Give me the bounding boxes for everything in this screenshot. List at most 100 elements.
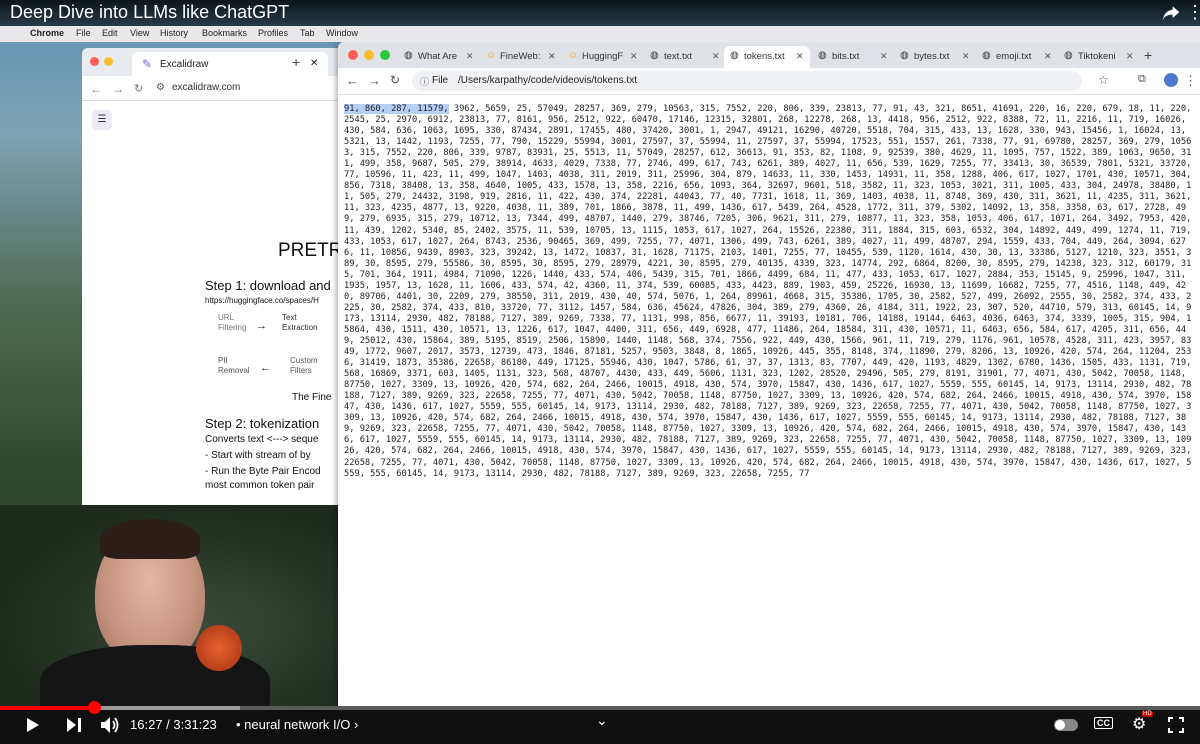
browser-tab-strip: ◍ What Are ✕ ☺ FineWeb: ✕ ☺ HuggingF ✕ ◍… (338, 42, 1200, 68)
canvas-the-fine: The Fine (292, 392, 332, 403)
huggingface-icon: ☺ (568, 50, 579, 61)
tab-tokens-txt[interactable]: ◍ tokens.txt ✕ (724, 46, 810, 68)
settings-gear-icon[interactable]: ⚙ (1132, 714, 1146, 734)
excalidraw-tab-strip: ✎ Excalidraw ✕ + (82, 48, 348, 76)
close-tab-icon[interactable]: ✕ (962, 51, 970, 62)
excalidraw-canvas[interactable]: ☰ PRETR Step 1: download and https://hug… (82, 100, 348, 518)
presenter-webcam (0, 505, 340, 706)
maximize-window-button[interactable] (380, 50, 390, 60)
new-tab-icon[interactable]: + (1144, 47, 1152, 63)
canvas-step2: Step 2: tokenization (205, 416, 320, 431)
excalidraw-url[interactable]: excalidraw.com (172, 82, 240, 93)
tab-label: Tiktokeni (1078, 51, 1116, 62)
selected-token-text[interactable]: 91, 860, 287, 11579, (344, 104, 449, 114)
tab-bytes-txt[interactable]: ◍ bytes.txt ✕ (894, 46, 974, 68)
forward-icon[interactable]: → (112, 82, 124, 96)
canvas-url-filtering: URL Filtering (218, 313, 247, 332)
tokens-text-content[interactable]: 91, 860, 287, 11579, 3962, 5659, 25, 570… (344, 104, 1192, 706)
close-tab-icon[interactable]: ✕ (310, 58, 318, 69)
close-tab-icon[interactable]: ✕ (1126, 51, 1134, 62)
autoplay-toggle[interactable] (1054, 719, 1078, 731)
globe-icon: ◍ (982, 50, 991, 61)
url-prefix-label: File (432, 75, 449, 86)
tab-emoji-txt[interactable]: ◍ emoji.txt ✕ (976, 46, 1056, 68)
close-tab-icon[interactable]: ✕ (880, 51, 888, 62)
minimize-window-button[interactable] (364, 50, 374, 60)
chapter-label[interactable]: • neural network I/O › (236, 717, 358, 732)
profile-avatar[interactable] (1164, 73, 1178, 87)
canvas-s2-line1: Converts text <---> seque (205, 434, 319, 445)
site-info-icon[interactable]: ⓘ (420, 75, 429, 88)
next-icon[interactable] (66, 717, 82, 733)
progress-bar[interactable] (0, 701, 1200, 714)
chrome-menu-icon[interactable]: ⋮ (1184, 73, 1197, 89)
video-title[interactable]: Deep Dive into LLMs like ChatGPT (10, 2, 289, 23)
site-info-icon[interactable]: ⚙ (156, 82, 165, 93)
url-text[interactable]: /Users/karpathy/code/videovis/tokens.txt (458, 75, 637, 86)
tab-label: bits.txt (832, 51, 860, 62)
canvas-s2-line3: - Run the Byte Pair Encod (205, 466, 321, 477)
close-tab-icon[interactable]: ✕ (1044, 51, 1052, 62)
chevron-down-icon[interactable]: ⌄ (596, 712, 608, 729)
player-controls: 16:27 / 3:31:23 • neural network I/O › ⌄… (0, 701, 1200, 744)
address-field[interactable]: ⓘ File /Users/karpathy/code/videovis/tok… (412, 71, 1082, 91)
tab-bits-txt[interactable]: ◍ bits.txt ✕ (812, 46, 892, 68)
back-icon[interactable]: ← (90, 82, 102, 96)
tab-what-are[interactable]: ◍ What Are ✕ (398, 46, 478, 68)
volume-icon[interactable] (100, 716, 120, 734)
more-options-icon[interactable]: ⋮ (1186, 2, 1200, 22)
tab-text-txt[interactable]: ◍ text.txt ✕ (644, 46, 724, 68)
new-tab-icon[interactable]: + (292, 54, 300, 70)
play-icon[interactable] (26, 717, 40, 733)
video-player[interactable]: Deep Dive into LLMs like ChatGPT ⋮ Chrom… (0, 0, 1200, 744)
minimize-window-button[interactable] (104, 57, 113, 66)
menu-window[interactable]: Window (326, 28, 358, 38)
canvas-custom-filters: Custom Filters (290, 356, 318, 375)
tab-label: HuggingF (582, 51, 624, 62)
reload-icon[interactable]: ↻ (134, 82, 143, 95)
captions-button[interactable]: CC (1094, 717, 1113, 729)
close-tab-icon[interactable]: ✕ (466, 51, 474, 62)
tab-huggingface[interactable]: ☺ HuggingF ✕ (562, 46, 642, 68)
menu-hamburger-icon[interactable]: ☰ (92, 110, 112, 130)
share-icon[interactable] (1160, 3, 1182, 23)
menu-chrome[interactable]: Chrome (30, 28, 64, 38)
close-window-button[interactable] (348, 50, 358, 60)
tab-fineweb[interactable]: ☺ FineWeb: ✕ (480, 46, 560, 68)
tab-label: tokens.txt (744, 51, 785, 62)
close-window-button[interactable] (90, 57, 99, 66)
bookmark-star-icon[interactable]: ☆ (1098, 73, 1109, 87)
mac-menu-bar: Chrome File Edit View History Bookmarks … (0, 26, 1200, 42)
excalidraw-window[interactable]: ✎ Excalidraw ✕ + ← → ↻ ⚙ excalidraw.com … (82, 48, 348, 518)
menu-edit[interactable]: Edit (102, 28, 118, 38)
excalidraw-address-bar: ← → ↻ ⚙ excalidraw.com (82, 76, 348, 101)
menu-file[interactable]: File (76, 28, 91, 38)
close-tab-icon[interactable]: ✕ (712, 51, 720, 62)
canvas-s2-line4: most common token pair (205, 480, 315, 491)
tab-label: FineWeb: (500, 51, 541, 62)
globe-icon: ◍ (404, 50, 413, 61)
canvas-pii-removal: PII Removal (218, 356, 250, 375)
forward-icon[interactable]: → (368, 73, 381, 88)
extensions-icon[interactable]: ⧉ (1138, 73, 1146, 86)
presenter-hair (100, 519, 200, 559)
time-display: 16:27 / 3:31:23 (130, 717, 217, 732)
tab-tiktokenizer[interactable]: ◍ Tiktokeni ✕ (1058, 46, 1138, 68)
menu-history[interactable]: History (160, 28, 188, 38)
canvas-step1: Step 1: download and (205, 278, 331, 293)
close-tab-icon[interactable]: ✕ (796, 51, 804, 62)
fullscreen-icon[interactable] (1168, 717, 1184, 733)
back-icon[interactable]: ← (346, 73, 359, 88)
menu-profiles[interactable]: Profiles (258, 28, 288, 38)
globe-icon: ◍ (1064, 50, 1073, 61)
scrubber-handle[interactable] (87, 701, 101, 714)
menu-tab[interactable]: Tab (300, 28, 315, 38)
flower-decoration (196, 625, 242, 671)
close-tab-icon[interactable]: ✕ (630, 51, 638, 62)
excalidraw-logo-icon: ✎ (142, 57, 153, 71)
reload-icon[interactable]: ↻ (390, 73, 400, 87)
menu-view[interactable]: View (130, 28, 149, 38)
video-title-bar: Deep Dive into LLMs like ChatGPT ⋮ (0, 0, 1200, 26)
menu-bookmarks[interactable]: Bookmarks (202, 28, 247, 38)
close-tab-icon[interactable]: ✕ (548, 51, 556, 62)
